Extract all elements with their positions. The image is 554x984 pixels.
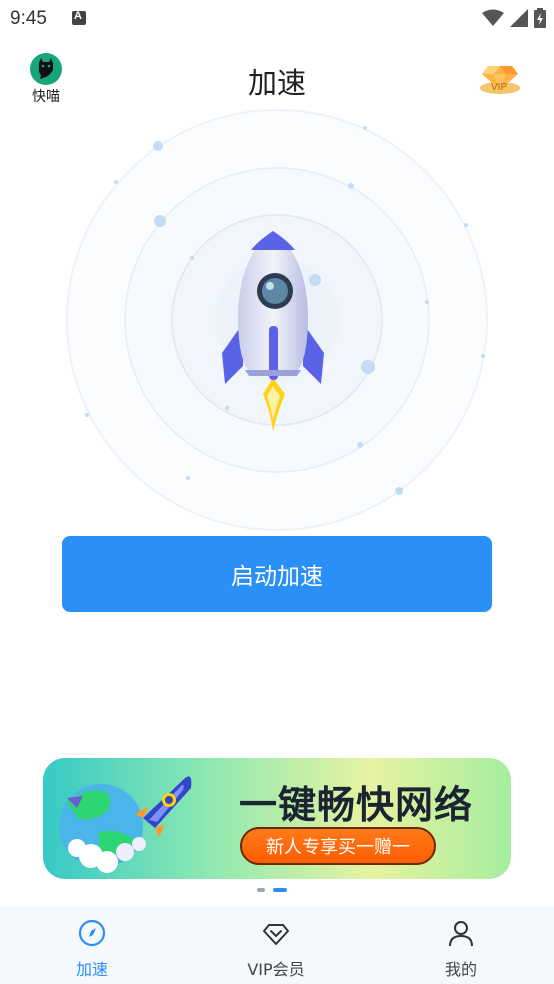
vip-text: VIP bbox=[491, 82, 508, 93]
start-acceleration-button[interactable]: 启动加速 bbox=[62, 536, 492, 612]
tab-label: 加速 bbox=[75, 960, 108, 979]
carousel-indicator bbox=[257, 888, 287, 892]
tab-label: 我的 bbox=[444, 960, 477, 979]
signal-icon bbox=[510, 9, 528, 27]
status-bar: 9:45 bbox=[0, 0, 554, 38]
battery-icon bbox=[534, 8, 546, 28]
rocket-earth-illustration bbox=[59, 776, 192, 873]
user-icon bbox=[449, 921, 473, 947]
bottom-tab-bar: 加速 VIP会员 我的 bbox=[0, 906, 554, 984]
tab-vip[interactable]: VIP会员 bbox=[201, 906, 351, 984]
compass-icon bbox=[78, 919, 106, 947]
carousel-dot-active[interactable] bbox=[273, 888, 287, 892]
vip-badge[interactable]: VIP bbox=[478, 60, 522, 96]
tab-label: VIP会员 bbox=[247, 960, 305, 979]
tab-accelerate[interactable]: 加速 bbox=[17, 906, 167, 984]
status-icons bbox=[482, 8, 546, 28]
keyboard-notification-icon bbox=[72, 10, 86, 25]
banner-cta-button[interactable]: 新人专享买一赠一 bbox=[240, 827, 436, 865]
tab-mine[interactable]: 我的 bbox=[386, 906, 536, 984]
page-title: 加速 bbox=[247, 66, 306, 100]
accelerator-rocket-illustration bbox=[66, 109, 488, 531]
promo-banner[interactable]: 一键畅快网络 新人专享买一赠一 bbox=[43, 758, 511, 879]
carousel-dot[interactable] bbox=[257, 888, 265, 892]
banner-title: 一键畅快网络 bbox=[238, 783, 473, 827]
diamond-icon bbox=[263, 924, 289, 945]
wifi-icon bbox=[482, 9, 504, 26]
status-time: 9:45 bbox=[10, 8, 47, 29]
